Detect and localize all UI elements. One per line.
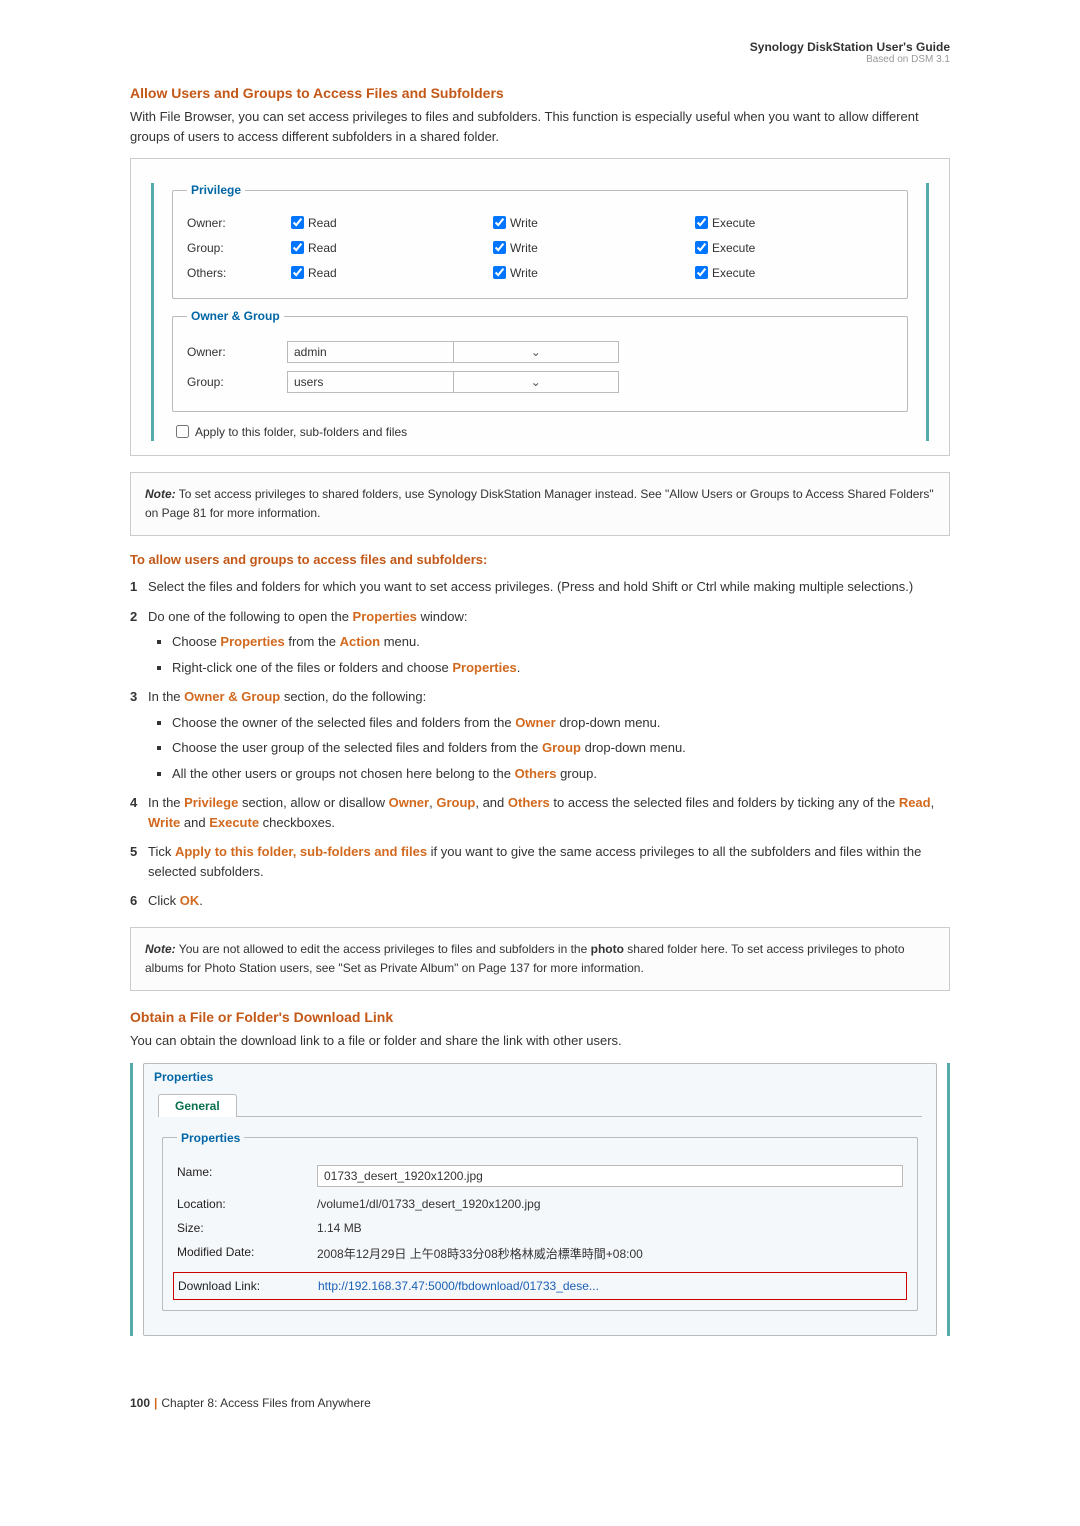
note-prefix: Note: bbox=[145, 487, 176, 501]
location-label: Location: bbox=[177, 1197, 317, 1211]
apply-recursive-checkbox[interactable] bbox=[176, 425, 189, 438]
note-box-2: Note: You are not allowed to edit the ac… bbox=[130, 927, 950, 991]
privilege-legend: Privilege bbox=[187, 183, 245, 197]
group-select-value: users bbox=[288, 372, 453, 392]
owner-select-label: Owner: bbox=[187, 345, 287, 359]
dialog-title: Properties bbox=[144, 1064, 936, 1090]
apply-recursive-label: Apply to this folder, sub-folders and fi… bbox=[195, 425, 407, 439]
privilege-fieldset: Privilege Owner: Read Write Execute Grou… bbox=[172, 183, 908, 299]
modified-date-label: Modified Date: bbox=[177, 1245, 317, 1262]
owner-execute-checkbox[interactable] bbox=[695, 216, 708, 229]
group-label: Group: bbox=[187, 241, 287, 255]
name-label: Name: bbox=[177, 1165, 317, 1187]
steps-list: 1Select the files and folders for which … bbox=[130, 577, 950, 911]
size-label: Size: bbox=[177, 1221, 317, 1235]
header-subtitle: Based on DSM 3.1 bbox=[130, 54, 950, 65]
properties-fieldset: Properties Name:01733_desert_1920x1200.j… bbox=[162, 1131, 918, 1311]
section-title-1: Allow Users and Groups to Access Files a… bbox=[130, 85, 950, 101]
page-footer: 100|Chapter 8: Access Files from Anywher… bbox=[130, 1396, 950, 1410]
others-write-checkbox[interactable] bbox=[493, 266, 506, 279]
page-header: Synology DiskStation User's Guide Based … bbox=[130, 40, 950, 65]
header-title: Synology DiskStation User's Guide bbox=[130, 40, 950, 54]
owner-read-checkbox[interactable] bbox=[291, 216, 304, 229]
size-value: 1.14 MB bbox=[317, 1221, 903, 1235]
owner-label: Owner: bbox=[187, 216, 287, 230]
location-value: /volume1/dl/01733_desert_1920x1200.jpg bbox=[317, 1197, 903, 1211]
page-number: 100 bbox=[130, 1396, 150, 1410]
group-write-checkbox[interactable] bbox=[493, 241, 506, 254]
group-read-checkbox[interactable] bbox=[291, 241, 304, 254]
note-box-1: Note: To set access privileges to shared… bbox=[130, 472, 950, 536]
owner-group-legend: Owner & Group bbox=[187, 309, 284, 323]
note-prefix: Note: bbox=[145, 942, 176, 956]
tab-general[interactable]: General bbox=[158, 1094, 237, 1117]
section-intro-1: With File Browser, you can set access pr… bbox=[130, 107, 950, 146]
instructions-subheading: To allow users and groups to access file… bbox=[130, 552, 950, 567]
section-intro-2: You can obtain the download link to a fi… bbox=[130, 1031, 950, 1051]
section-title-2: Obtain a File or Folder's Download Link bbox=[130, 1009, 950, 1025]
owner-group-fieldset: Owner & Group Owner: admin ⌄ Group: user… bbox=[172, 309, 908, 412]
owner-select-value: admin bbox=[288, 342, 453, 362]
properties-legend: Properties bbox=[177, 1131, 244, 1145]
chevron-down-icon: ⌄ bbox=[453, 342, 619, 362]
group-execute-checkbox[interactable] bbox=[695, 241, 708, 254]
group-select-label: Group: bbox=[187, 375, 287, 389]
download-link-highlight: Download Link:http://192.168.37.47:5000/… bbox=[173, 1272, 907, 1300]
group-select[interactable]: users ⌄ bbox=[287, 371, 619, 393]
chapter-label: Chapter 8: Access Files from Anywhere bbox=[161, 1396, 370, 1410]
others-read-checkbox[interactable] bbox=[291, 266, 304, 279]
owner-select[interactable]: admin ⌄ bbox=[287, 341, 619, 363]
others-label: Others: bbox=[187, 266, 287, 280]
chevron-down-icon: ⌄ bbox=[453, 372, 619, 392]
download-link-label: Download Link: bbox=[178, 1279, 318, 1293]
privilege-screenshot: Privilege Owner: Read Write Execute Grou… bbox=[130, 158, 950, 456]
properties-screenshot: Properties General Properties Name:01733… bbox=[130, 1063, 950, 1336]
owner-write-checkbox[interactable] bbox=[493, 216, 506, 229]
name-field[interactable]: 01733_desert_1920x1200.jpg bbox=[317, 1165, 903, 1187]
download-link-value[interactable]: http://192.168.37.47:5000/fbdownload/017… bbox=[318, 1279, 902, 1293]
modified-date-value: 2008年12月29日 上午08時33分08秒格林威治標準時間+08:00 bbox=[317, 1245, 903, 1262]
others-execute-checkbox[interactable] bbox=[695, 266, 708, 279]
